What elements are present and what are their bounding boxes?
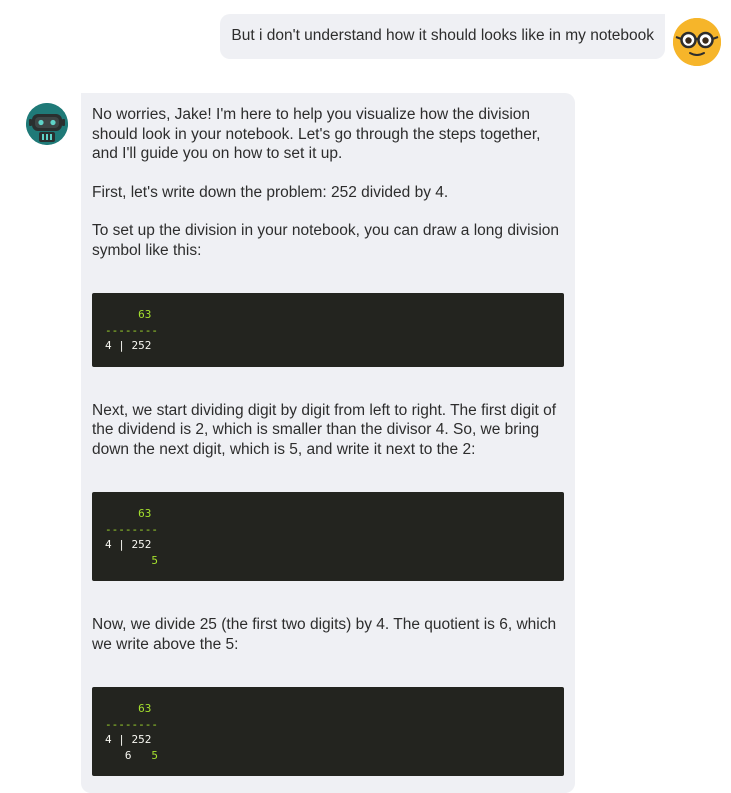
code-block-1[interactable]: 63 -------- 4 | 252	[92, 293, 564, 367]
code-division-expression: 4 | 252	[105, 733, 152, 746]
bot-message-bubble: No worries, Jake! I'm here to help you v…	[81, 93, 575, 793]
code-brought-down-digit: 5	[151, 748, 158, 762]
code-quotient: 63	[138, 308, 152, 321]
user-message-row: But i don't understand how it should loo…	[220, 14, 721, 66]
robot-icon	[26, 103, 68, 145]
bot-paragraph-intro: No worries, Jake! I'm here to help you v…	[92, 106, 541, 162]
code-block-2[interactable]: 63 -------- 4 | 252 5	[92, 492, 564, 581]
code-division-line: --------	[105, 717, 158, 731]
code-block-3[interactable]: 63 -------- 4 | 252 6 5	[92, 687, 564, 776]
code-division-expression: 4 | 252	[105, 538, 152, 551]
bot-paragraph-setup: To set up the division in your notebook,…	[92, 222, 560, 259]
code-brought-down-digit: 5	[151, 553, 158, 567]
bot-paragraph-first-digit: Next, we start dividing digit by digit f…	[92, 401, 557, 458]
code-division-line: --------	[105, 323, 158, 337]
user-message-bubble: But i don't understand how it should loo…	[220, 14, 665, 59]
nerd-glasses-face-icon	[673, 18, 721, 66]
bot-message-row: No worries, Jake! I'm here to help you v…	[26, 93, 575, 793]
code-partial-quotient: 6	[124, 748, 132, 762]
bot-paragraph-problem: First, let's write down the problem: 252…	[92, 183, 449, 201]
code-division-line: --------	[105, 522, 158, 536]
code-quotient: 63	[138, 702, 152, 715]
bot-paragraph-divide: Now, we divide 25 (the first two digits)…	[92, 616, 557, 653]
code-division-expression: 4 | 252	[105, 339, 152, 352]
code-quotient: 63	[138, 507, 152, 520]
